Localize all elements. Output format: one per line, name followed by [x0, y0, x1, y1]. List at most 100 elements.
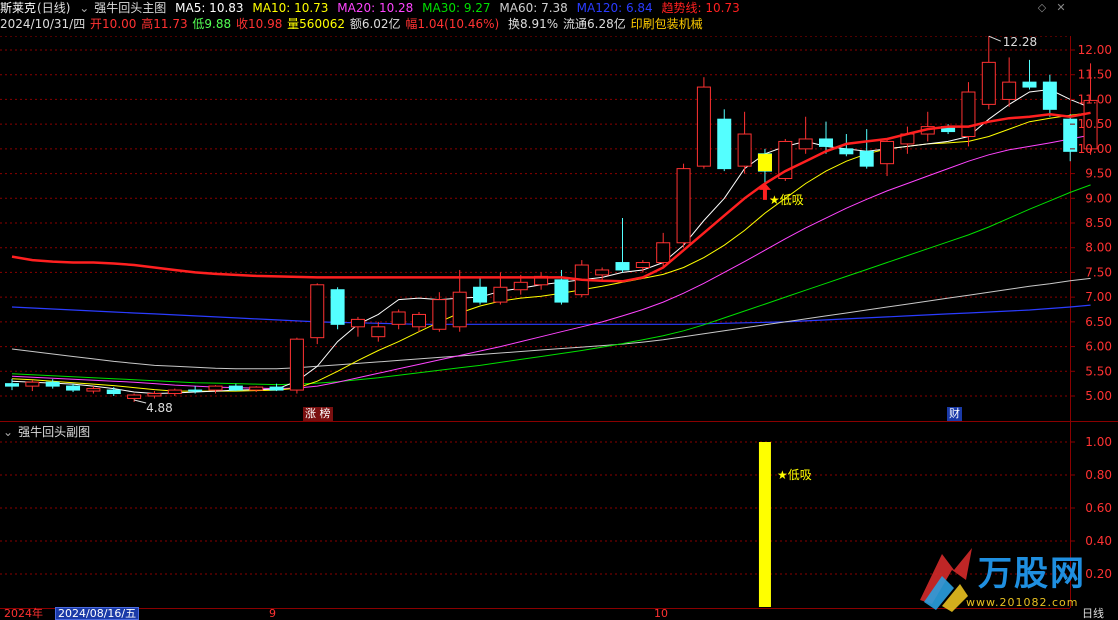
candle[interactable]: [432, 292, 447, 332]
selected-date-label[interactable]: 2024/08/16/五: [55, 607, 140, 620]
candle-body: [1042, 81, 1057, 110]
y-tick-label: 8.50: [1085, 216, 1112, 230]
candle[interactable]: [534, 272, 549, 290]
y-tick-label: 10.50: [1078, 117, 1112, 131]
candle[interactable]: [167, 388, 182, 396]
y-tick-label: 6.50: [1085, 315, 1112, 329]
candle-body: [819, 138, 833, 147]
finance-badge[interactable]: 财: [947, 407, 962, 421]
candle-body: [127, 394, 142, 399]
candle[interactable]: [86, 386, 101, 394]
candle-body: [676, 168, 691, 244]
candle-body: [5, 383, 19, 387]
candle[interactable]: [228, 383, 243, 392]
y-tick-label: 9.50: [1085, 167, 1112, 181]
main-signal-label: ★低吸: [769, 193, 804, 207]
candle[interactable]: [615, 218, 630, 273]
low-price-label: 4.88: [146, 401, 173, 415]
signal-bar: [758, 442, 771, 607]
ma20-line: [11, 134, 1091, 390]
candle-body: [981, 61, 996, 105]
y-tick-label: 5.50: [1085, 364, 1112, 378]
candle[interactable]: [737, 111, 752, 174]
candle-body: [66, 385, 81, 391]
candle[interactable]: [452, 269, 467, 332]
candle[interactable]: [1002, 57, 1017, 107]
candle[interactable]: [961, 82, 976, 147]
candle[interactable]: [920, 111, 935, 142]
candle-body: [249, 386, 264, 391]
brand-watermark: 万股网 www.201082.com: [902, 540, 1112, 616]
candle[interactable]: [147, 391, 162, 399]
ma5-line: [11, 88, 1091, 395]
limit-up-badge[interactable]: 涨 榜: [303, 407, 333, 421]
candle-body: [167, 389, 182, 395]
candle-body: [635, 262, 650, 268]
high-marker-line: [988, 35, 1001, 42]
candle-body: [493, 286, 508, 303]
candle[interactable]: [5, 378, 19, 391]
candle[interactable]: [289, 337, 304, 394]
candle[interactable]: [554, 269, 569, 305]
candle[interactable]: [676, 163, 691, 248]
candle-body: [350, 318, 365, 328]
y-tick-label: 7.50: [1085, 265, 1112, 279]
candle-body: [798, 138, 813, 150]
candle[interactable]: [412, 311, 426, 332]
candle[interactable]: [371, 321, 386, 342]
candle[interactable]: [880, 138, 895, 177]
candle[interactable]: [981, 36, 996, 110]
brand-url: www.201082.com: [966, 596, 1079, 609]
candle[interactable]: [310, 283, 325, 345]
candle-body: [432, 299, 447, 330]
candle-body: [188, 389, 203, 392]
candle-body: [310, 284, 325, 339]
y-tick-label: 5.00: [1085, 389, 1112, 403]
candle[interactable]: [1022, 59, 1037, 90]
candle-body: [1022, 81, 1037, 88]
year-label: 2024年: [4, 607, 43, 620]
sub-y-tick-label: 0.80: [1085, 468, 1112, 482]
candle-body: [147, 393, 162, 397]
candle[interactable]: [798, 116, 813, 154]
candle[interactable]: [900, 126, 915, 154]
high-price-label: 12.28: [1003, 35, 1037, 49]
candle-body: [473, 286, 488, 303]
signal-candle-body: [757, 153, 772, 172]
y-tick-label: 8.00: [1085, 241, 1112, 255]
candle-body: [289, 338, 304, 391]
y-tick-label: 10.00: [1078, 142, 1112, 156]
ma30-line: [11, 184, 1091, 386]
y-tick-label: 12.00: [1078, 43, 1112, 57]
candle-body: [859, 150, 874, 167]
candle[interactable]: [696, 77, 711, 169]
candle-body: [452, 291, 467, 328]
candle-body: [615, 262, 630, 271]
candle-body: [554, 279, 569, 303]
candle[interactable]: [391, 309, 406, 330]
candle-body: [86, 388, 101, 392]
candle[interactable]: [1063, 114, 1078, 162]
trend-line: [11, 111, 1091, 283]
candle-body: [371, 326, 386, 338]
candle[interactable]: [25, 380, 40, 392]
candle-body: [412, 313, 426, 328]
month-tick-oct: 10: [654, 607, 668, 620]
candle-body: [717, 118, 732, 170]
candle-body: [839, 148, 854, 155]
candle[interactable]: [473, 277, 488, 305]
candle[interactable]: [330, 287, 345, 330]
candle[interactable]: [1042, 74, 1057, 117]
candle-body: [656, 242, 671, 264]
brand-name: 万股网: [978, 554, 1086, 594]
candle[interactable]: [350, 316, 365, 337]
y-tick-label: 9.00: [1085, 191, 1112, 205]
candle[interactable]: [717, 109, 732, 172]
chart-canvas[interactable]: 5.00 5.50 6.00 6.50 7.00 7.50 8.00 8.50 9.00 9.50…: [0, 0, 1118, 620]
y-tick-label: 11.00: [1078, 92, 1112, 106]
candle[interactable]: [208, 385, 223, 394]
candle-body: [737, 133, 752, 167]
candle-body: [330, 289, 345, 325]
candle-body: [391, 311, 406, 325]
candle-body: [269, 386, 284, 391]
